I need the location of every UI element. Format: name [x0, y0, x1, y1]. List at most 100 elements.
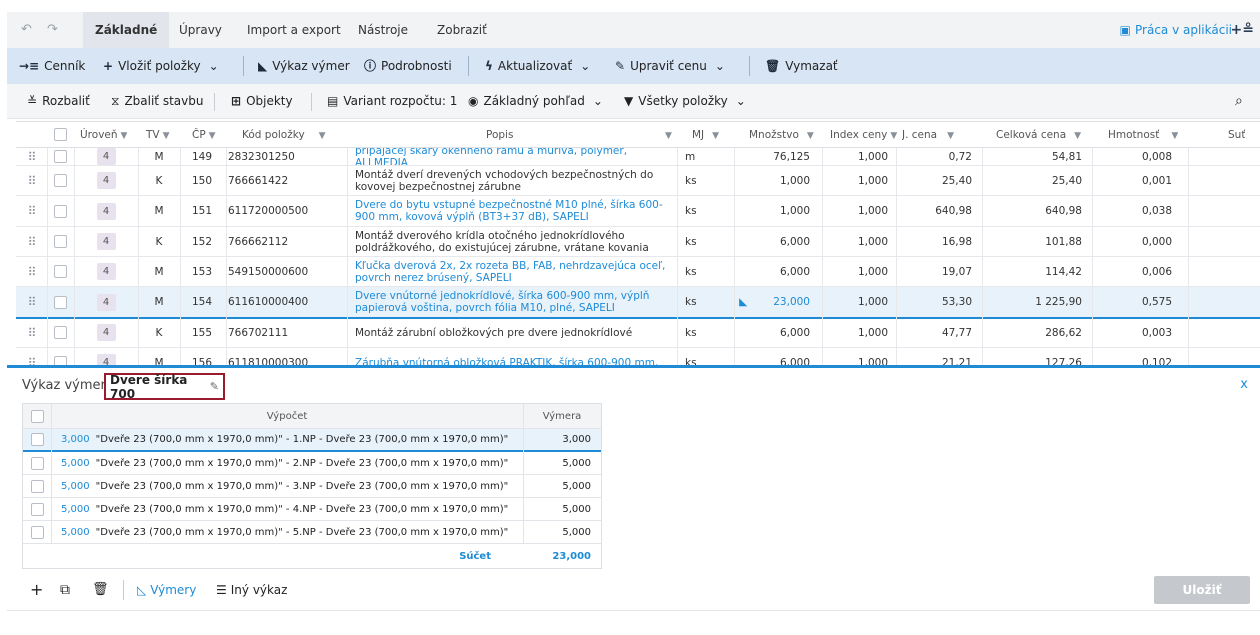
vlozit-polozky-button[interactable]: + Vložiť položky ⌄ [103, 48, 219, 84]
drag-handle-icon[interactable]: ⠿ [16, 166, 47, 195]
row-checkbox[interactable] [47, 348, 74, 365]
filter-icon[interactable]: ▼ [209, 131, 216, 141]
aktualizovat-button[interactable]: ϟ Aktualizovať ⌄ [485, 48, 590, 84]
vymazat-button[interactable]: 🗑 Vymazať [765, 48, 838, 84]
col-cp[interactable]: ČP ▼ [192, 122, 216, 148]
row-checkbox[interactable] [47, 257, 74, 286]
cennik-button[interactable]: →≡ Cenník [19, 48, 85, 84]
drag-handle-icon[interactable]: ⠿ [16, 287, 47, 317]
tab-import-export[interactable]: Import a export [247, 12, 341, 48]
select-all-checkbox[interactable] [54, 128, 67, 141]
row-checkbox[interactable] [47, 166, 74, 195]
close-icon[interactable]: x [1240, 377, 1248, 392]
drag-handle-icon[interactable]: ⠿ [16, 257, 47, 286]
tab-zakladne[interactable]: Základné [83, 12, 170, 48]
add-user-icon[interactable]: +≗ [1231, 12, 1254, 48]
filter-icon[interactable]: ▼ [1074, 131, 1081, 141]
redo-icon[interactable]: ↷ [47, 12, 58, 48]
save-button[interactable]: Uložiť [1154, 576, 1250, 604]
iny-vykaz-button[interactable]: ☰ Iný výkaz [216, 580, 287, 600]
vypocet-expression[interactable]: 3,000 "Dveře 23 (700,0 mm x 1970,0 mm)" -… [61, 429, 519, 450]
vypocet-row[interactable]: 5,000 "Dveře 23 (700,0 mm x 1970,0 mm)" -… [23, 521, 601, 544]
vsetky-polozky-dropdown[interactable]: ▼ Všetky položky ⌄ [624, 84, 746, 119]
col-index[interactable]: Index ceny ▼ [830, 122, 897, 148]
filter-icon[interactable]: ▼ [163, 131, 170, 141]
table-row[interactable]: ⠿ 4 M 149 2832301250 pripájacej škáry okennéh… [16, 148, 1260, 166]
vypocet-row[interactable]: 3,000 "Dveře 23 (700,0 mm x 1970,0 mm)" -… [23, 429, 601, 452]
vypocet-expression[interactable]: 5,000 "Dveře 23 (700,0 mm x 1970,0 mm)" -… [61, 475, 519, 497]
col-sut[interactable]: Suť [1228, 122, 1245, 148]
vykaz-vymer-button[interactable]: ◣ Výkaz výmer [258, 48, 350, 84]
drag-handle-icon[interactable]: ⠿ [16, 318, 47, 347]
vypocet-expression[interactable]: 5,000 "Dveře 23 (700,0 mm x 1970,0 mm)" -… [61, 498, 519, 520]
table-row[interactable]: ⠿ 4 M 156 611810000300 Zárubňa vnútorná oblož… [16, 348, 1260, 365]
upravit-cenu-button[interactable]: ✎ Upraviť cenu ⌄ [615, 48, 725, 84]
item-description: Zárubňa vnútorná obložková PRAKTIK, šírk… [355, 356, 659, 366]
row-checkbox[interactable] [47, 148, 74, 165]
vykaz-name-field[interactable]: Dvere šírka 700 ✎ [104, 373, 225, 401]
col-kod[interactable]: Kód položky ▼ [242, 122, 326, 148]
row-checkbox[interactable] [47, 287, 74, 317]
col-tv[interactable]: TV ▼ [146, 122, 170, 148]
undo-icon[interactable]: ↶ [21, 12, 32, 48]
filter-icon[interactable]: ▼ [712, 131, 719, 141]
podrobnosti-button[interactable]: ⓘ Podrobnosti [364, 48, 452, 84]
filter-icon[interactable]: ▼ [121, 131, 128, 141]
table-row[interactable]: ⠿ 4 M 154 611610000400 Dvere vnútorné jednokr… [16, 287, 1260, 318]
table-row[interactable]: ⠿ 4 K 152 766662112 Montáž dverového krídla o… [16, 227, 1260, 257]
row-checkbox[interactable] [23, 498, 51, 520]
col-jcena[interactable]: J. cena ▼ [902, 122, 954, 148]
col-celkova[interactable]: Celková cena ▼ [996, 122, 1081, 148]
vypocet-row[interactable]: 5,000 "Dveře 23 (700,0 mm x 1970,0 mm)" -… [23, 498, 601, 521]
objekty-button[interactable]: ⊞ Objekty [231, 84, 293, 119]
row-checkbox[interactable] [47, 196, 74, 226]
tab-nastroje[interactable]: Nástroje [358, 12, 408, 48]
edit-pencil-icon[interactable]: ✎ [210, 380, 219, 393]
filter-icon[interactable]: ▼ [947, 131, 954, 141]
copy-icon[interactable]: ⧉ [60, 580, 70, 600]
table-row[interactable]: ⠿ 4 K 150 766661422 Montáž dverí drevených vc… [16, 166, 1260, 196]
zbalit-stavbu-button[interactable]: ⧖ Zbaliť stavbu [111, 84, 203, 119]
tab-zobrazit[interactable]: Zobraziť [437, 12, 487, 48]
add-row-icon[interactable]: + [30, 580, 43, 600]
row-checkbox[interactable] [23, 521, 51, 543]
panel-splitter[interactable] [7, 365, 1260, 368]
ruler-triangle-icon[interactable]: ◣ [739, 296, 747, 308]
vypocet-expression[interactable]: 5,000 "Dveře 23 (700,0 mm x 1970,0 mm)" -… [61, 452, 519, 474]
row-checkbox[interactable] [23, 429, 51, 450]
table-row[interactable]: ⠿ 4 M 151 611720000500 Dvere do bytu vstupné … [16, 196, 1260, 227]
work-in-app-link[interactable]: ▣ Práca v aplikácii [1119, 12, 1232, 48]
table-row[interactable]: ⠿ 4 M 153 549150000600 Kľučka dverová 2x, 2x … [16, 257, 1260, 287]
filter-icon[interactable]: ▼ [1171, 131, 1178, 141]
vypocet-row[interactable]: 5,000 "Dveře 23 (700,0 mm x 1970,0 mm)" -… [23, 475, 601, 498]
drag-handle-icon[interactable]: ⠿ [16, 227, 47, 256]
drag-handle-icon[interactable]: ⠿ [16, 348, 47, 366]
drag-handle-icon[interactable]: ⠿ [16, 196, 47, 226]
col-mj[interactable]: MJ ▼ [692, 122, 719, 148]
col-popis[interactable]: Popis [486, 122, 513, 148]
filter-icon[interactable]: ▼ [807, 131, 814, 141]
filter-icon[interactable]: ▼ [319, 131, 326, 141]
table-row[interactable]: ⠿ 4 K 155 766702111 Montáž zárubní obložkovýc… [16, 318, 1260, 348]
row-checkbox[interactable] [23, 452, 51, 474]
row-checkbox[interactable] [47, 318, 74, 347]
search-icon[interactable]: ⌕ [1235, 84, 1243, 119]
vymery-button[interactable]: ◺ Výmery [137, 580, 196, 600]
row-checkbox[interactable] [23, 475, 51, 497]
drag-handle-icon[interactable]: ⠿ [16, 148, 47, 165]
cell-popis: Montáž dverového krídla otočného jednokr… [355, 227, 677, 256]
variant-rozpoctu-button[interactable]: ▤ Variant rozpočtu: 1 [327, 84, 457, 119]
trash-icon[interactable]: 🗑 [92, 580, 109, 600]
row-checkbox[interactable] [47, 227, 74, 256]
vypocet-expression[interactable]: 5,000 "Dveře 23 (700,0 mm x 1970,0 mm)" -… [61, 521, 519, 543]
col-uroven[interactable]: Úroveň ▼ [80, 122, 127, 148]
select-all-checkbox[interactable] [23, 404, 51, 428]
zakladny-pohlad-dropdown[interactable]: ◉ Základný pohľad ⌄ [468, 84, 603, 119]
tab-upravy[interactable]: Úpravy [179, 12, 222, 48]
filter-icon[interactable]: ▼ [890, 131, 897, 141]
rozbalit-button[interactable]: ≚ Rozbaliť [27, 84, 90, 119]
col-hmotnost[interactable]: Hmotnosť ▼ [1108, 122, 1178, 148]
col-mnozstvo[interactable]: Množstvo ▼ [749, 122, 814, 148]
vypocet-row[interactable]: 5,000 "Dveře 23 (700,0 mm x 1970,0 mm)" -… [23, 452, 601, 475]
filter-icon[interactable]: ▼ [662, 122, 672, 148]
